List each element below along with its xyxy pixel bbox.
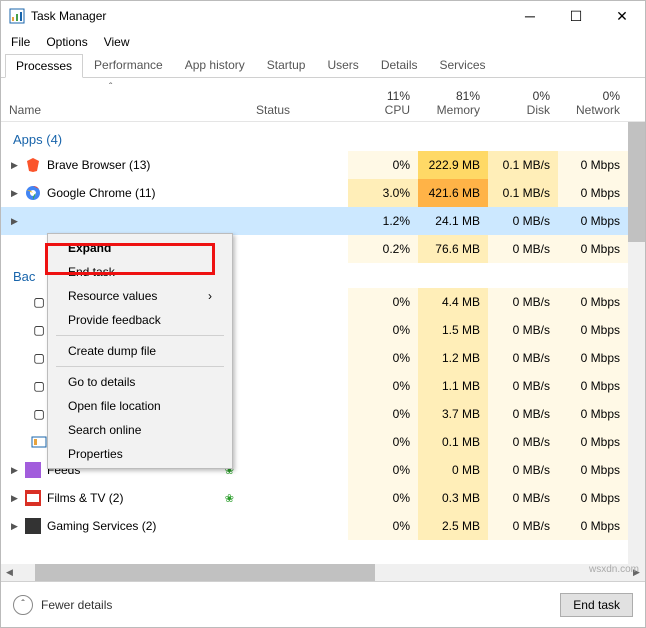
generic-icon: ▢	[31, 406, 47, 422]
fewer-details-button[interactable]: ˆ Fewer details	[13, 595, 112, 615]
footer: ˆ Fewer details End task	[1, 581, 645, 627]
menu-options[interactable]: Options	[46, 35, 87, 49]
process-name: Gaming Services (2)	[47, 519, 156, 533]
films-icon	[25, 490, 41, 506]
tab-users[interactable]: Users	[316, 53, 369, 77]
close-button[interactable]: ✕	[599, 1, 645, 31]
process-row[interactable]: ▶ Google Chrome (11) 3.0% 421.6 MB 0.1 M…	[1, 179, 645, 207]
menu-file[interactable]: File	[11, 35, 30, 49]
brave-icon	[25, 157, 41, 173]
network-cell: 0 Mbps	[558, 207, 628, 235]
tab-startup[interactable]: Startup	[256, 53, 317, 77]
chrome-icon	[25, 185, 41, 201]
horizontal-scrollbar[interactable]: ◀ ▶	[1, 564, 645, 581]
disk-cell: 0 MB/s	[488, 207, 558, 235]
chevron-right-icon[interactable]: ▶	[11, 465, 19, 476]
app-icon	[25, 213, 41, 229]
menu-view[interactable]: View	[104, 35, 130, 49]
context-properties[interactable]: Properties	[48, 442, 232, 466]
context-open-file[interactable]: Open file location	[48, 394, 232, 418]
context-go-to-details[interactable]: Go to details	[48, 370, 232, 394]
cpu-cell: 3.0%	[348, 179, 418, 207]
column-status[interactable]: Status	[248, 99, 348, 121]
memory-cell: 222.9 MB	[418, 151, 488, 179]
menubar: File Options View	[1, 31, 645, 53]
chevron-right-icon[interactable]: ▶	[11, 216, 19, 227]
chevron-right-icon[interactable]: ▶	[11, 493, 19, 504]
generic-icon: ▢	[31, 322, 47, 338]
cpu-cell: 0%	[348, 151, 418, 179]
tab-services[interactable]: Services	[429, 53, 497, 77]
tab-strip: Processes Performance App history Startu…	[1, 53, 645, 78]
chevron-right-icon[interactable]: ▶	[11, 160, 19, 171]
titlebar: Task Manager ─ ☐ ✕	[1, 1, 645, 31]
process-row[interactable]: ▶ Films & TV (2) ❀ 0% 0.3 MB 0 MB/s 0 Mb…	[1, 484, 645, 512]
context-expand[interactable]: Expand	[48, 236, 232, 260]
tab-processes[interactable]: Processes	[5, 54, 83, 78]
column-cpu[interactable]: 11%CPU	[348, 85, 418, 121]
process-row[interactable]: ▶ 1.2% 24.1 MB 0 MB/s 0 Mbps	[1, 207, 645, 235]
tab-app-history[interactable]: App history	[174, 53, 256, 77]
column-headers: Name Status 11%CPU 81%Memory 0%Disk 0%Ne…	[1, 78, 645, 122]
context-provide-feedback[interactable]: Provide feedback	[48, 308, 232, 332]
task-manager-icon	[9, 8, 25, 24]
context-search-online[interactable]: Search online	[48, 418, 232, 442]
leaf-icon: ❀	[225, 492, 234, 505]
memory-cell: 24.1 MB	[418, 207, 488, 235]
chevron-up-icon: ˆ	[13, 595, 33, 615]
gaming-icon	[25, 518, 41, 534]
scrollbar-thumb[interactable]	[628, 122, 645, 242]
process-row[interactable]: ▶ Gaming Services (2) 0% 2.5 MB 0 MB/s 0…	[1, 512, 645, 540]
column-name[interactable]: Name	[1, 99, 248, 121]
context-resource-values[interactable]: Resource values›	[48, 284, 232, 308]
chevron-right-icon[interactable]: ▶	[11, 521, 19, 532]
features-icon	[31, 434, 47, 450]
generic-icon: ▢	[31, 294, 47, 310]
generic-icon: ▢	[31, 378, 47, 394]
disk-cell: 0.1 MB/s	[488, 179, 558, 207]
disk-cell: 0.1 MB/s	[488, 151, 558, 179]
generic-icon: ▢	[31, 350, 47, 366]
tab-details[interactable]: Details	[370, 53, 429, 77]
end-task-button[interactable]: End task	[560, 593, 633, 617]
column-disk[interactable]: 0%Disk	[488, 85, 558, 121]
context-end-task[interactable]: End task	[48, 260, 232, 284]
process-name: Google Chrome (11)	[47, 186, 156, 200]
scrollbar-thumb[interactable]	[35, 564, 375, 581]
vertical-scrollbar[interactable]	[628, 122, 645, 576]
process-name: Films & TV (2)	[47, 491, 123, 505]
chevron-right-icon: ›	[208, 289, 212, 303]
column-network[interactable]: 0%Network	[558, 85, 628, 121]
cpu-cell: 1.2%	[348, 207, 418, 235]
watermark: wsxdn.com	[589, 564, 639, 575]
tab-performance[interactable]: Performance	[83, 53, 174, 77]
feeds-icon	[25, 462, 41, 478]
menu-separator	[56, 335, 224, 336]
process-row[interactable]: ▶ Brave Browser (13) 0% 222.9 MB 0.1 MB/…	[1, 151, 645, 179]
sort-indicator-icon: ˆ	[109, 82, 112, 93]
context-menu: Expand End task Resource values› Provide…	[47, 233, 233, 469]
context-create-dump[interactable]: Create dump file	[48, 339, 232, 363]
network-cell: 0 Mbps	[558, 151, 628, 179]
maximize-button[interactable]: ☐	[553, 1, 599, 31]
network-cell: 0 Mbps	[558, 179, 628, 207]
chevron-right-icon[interactable]: ▶	[11, 188, 19, 199]
memory-cell: 421.6 MB	[418, 179, 488, 207]
menu-separator	[56, 366, 224, 367]
process-name: Brave Browser (13)	[47, 158, 150, 172]
minimize-button[interactable]: ─	[507, 1, 553, 31]
window-title: Task Manager	[31, 9, 507, 23]
column-memory[interactable]: 81%Memory	[418, 85, 488, 121]
section-apps: Apps (4)	[1, 122, 645, 151]
